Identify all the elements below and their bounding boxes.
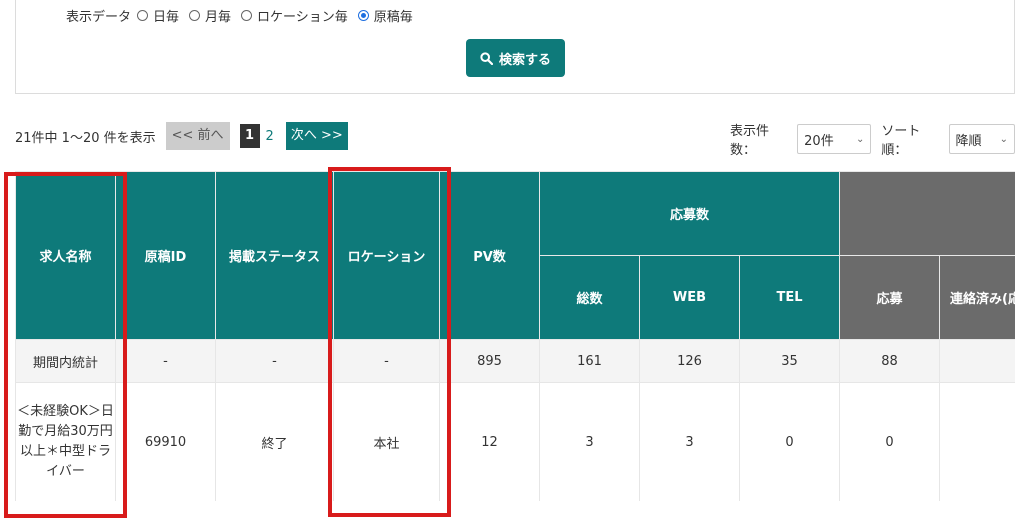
sort-label: ソート順： (881, 124, 921, 158)
tel-cell: 0 (738, 382, 841, 501)
header-web: WEB (639, 255, 740, 340)
display-data-radio-group: 表示データ 日毎 月毎 ロケーション毎 原稿毎 (66, 6, 423, 25)
radio-circle[interactable] (189, 10, 201, 21)
draft-id-cell: 69910 (115, 382, 216, 501)
header-contacted: 連絡済み(応 (939, 255, 1015, 340)
stats-status: - (215, 339, 334, 383)
stats-apply: 88 (839, 339, 941, 383)
header-total: 総数 (539, 255, 640, 340)
radio-circle[interactable] (241, 10, 253, 21)
result-count-info: 21件中 1～20 件を表示 (15, 130, 156, 146)
stats-table: 求人名称 原稿ID 掲載ステータス ロケーション PV数 応募数 総数 WEB … (15, 171, 1015, 501)
radio-per-location[interactable]: ロケーション毎 (241, 6, 348, 25)
stats-web: 126 (639, 339, 740, 383)
count-select-value: 20件 (804, 133, 834, 149)
stats-contacted (939, 339, 1015, 383)
total-cell: 3 (539, 382, 640, 501)
current-page: 1 (239, 124, 260, 148)
radio-circle[interactable] (137, 10, 149, 21)
stats-draft-id: - (115, 339, 216, 383)
chevron-down-icon: ⌄ (856, 133, 865, 145)
count-select[interactable]: 20件 ⌄ (797, 124, 872, 154)
radio-label: 日毎 (153, 10, 180, 25)
header-location: ロケーション (333, 171, 440, 340)
next-page-button[interactable]: 次へ >> (285, 122, 348, 150)
stats-location: - (333, 339, 440, 383)
job-name-cell: ＜未経験OK＞日勤で月給30万円以上＊中型ドライバー (15, 382, 116, 501)
sort-select-value: 降順 (955, 133, 982, 149)
prev-page-button[interactable]: << 前へ (165, 122, 230, 150)
radio-monthly[interactable]: 月毎 (189, 6, 231, 25)
stats-pv: 895 (439, 339, 540, 383)
header-job-name: 求人名称 (15, 171, 116, 340)
pagination: 21件中 1～20 件を表示 << 前へ 1 2 次へ >> (15, 122, 348, 150)
radio-label: ロケーション毎 (257, 10, 348, 25)
filter-panel: 表示データ 日毎 月毎 ロケーション毎 原稿毎 検索する (15, 0, 1015, 94)
contacted-cell (939, 382, 1015, 501)
radio-per-draft[interactable]: 原稿毎 (357, 6, 413, 25)
header-pv: PV数 (439, 171, 540, 340)
radio-label: 原稿毎 (373, 10, 413, 25)
header-apply: 応募 (839, 255, 941, 340)
radio-label: 月毎 (205, 10, 232, 25)
location-cell: 本社 (333, 382, 440, 501)
radio-daily[interactable]: 日毎 (137, 6, 179, 25)
count-label: 表示件数： (730, 124, 770, 158)
chevron-down-icon: ⌄ (999, 133, 1008, 145)
radio-circle-selected[interactable] (357, 10, 369, 21)
header-status: 掲載ステータス (215, 171, 334, 340)
list-controls: 表示件数： 20件 ⌄ ソート順： 降順 ⌄ (730, 120, 1015, 158)
search-icon (480, 51, 493, 65)
header-tel: TEL (738, 255, 841, 340)
status-cell: 終了 (215, 382, 334, 501)
search-button[interactable]: 検索する (466, 39, 565, 77)
table-row: ＜未経験OK＞日勤で月給30万円以上＊中型ドライバー 69910 終了 本社 1… (15, 382, 1015, 501)
search-button-label: 検索する (498, 52, 551, 68)
web-cell: 3 (639, 382, 740, 501)
sort-select[interactable]: 降順 ⌄ (948, 124, 1015, 154)
stats-tel: 35 (738, 339, 841, 383)
header-draft-id: 原稿ID (115, 171, 216, 340)
header-gray-group (839, 171, 1015, 256)
stats-label: 期間内統計 (15, 339, 116, 383)
pv-cell: 12 (439, 382, 540, 501)
stats-row: 期間内統計 - - - 895 161 126 35 88 (15, 339, 1015, 383)
apply-cell: 0 (839, 382, 941, 501)
header-applications: 応募数 (538, 171, 841, 256)
page-2-link[interactable]: 2 (266, 129, 274, 144)
stats-total: 161 (539, 339, 640, 383)
display-data-label: 表示データ (66, 10, 132, 25)
